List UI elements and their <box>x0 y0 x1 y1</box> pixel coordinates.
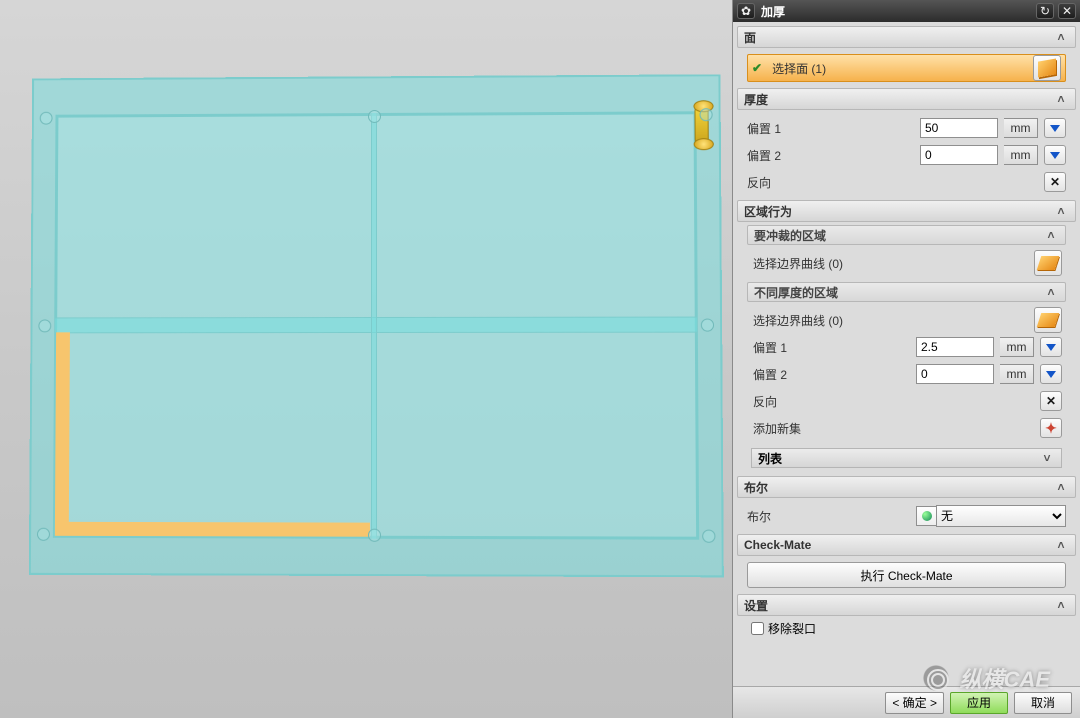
swap-icon: ✕ <box>1046 394 1056 408</box>
diff-reverse-button[interactable]: ✕ <box>1040 391 1062 411</box>
section-checkmate[interactable]: Check-Mate ˄ <box>737 534 1076 556</box>
cube-icon <box>1038 58 1056 77</box>
diff-offset1-label: 偏置 1 <box>753 339 910 356</box>
offset2-input[interactable] <box>920 145 998 165</box>
face-icon <box>1037 313 1060 327</box>
gear-icon[interactable]: ✿ <box>737 3 755 19</box>
boolean-field-label: 布尔 <box>747 508 910 525</box>
section-thickness[interactable]: 厚度 ˄ <box>737 88 1076 110</box>
diff-reverse-label: 反向 <box>753 393 1034 410</box>
plus-icon: ✦ <box>1045 420 1057 437</box>
dropdown-icon <box>1046 371 1056 378</box>
diff-offset1-unit: mm <box>1000 337 1034 357</box>
chevron-up-icon: ˄ <box>1053 537 1069 553</box>
offset1-unit: mm <box>1004 118 1038 138</box>
select-face-button[interactable] <box>1033 55 1061 81</box>
section-boolean[interactable]: 布尔 ˄ <box>737 476 1076 498</box>
select-curve-button[interactable] <box>1034 250 1062 276</box>
section-checkmate-label: Check-Mate <box>744 538 811 552</box>
reverse-label: 反向 <box>747 174 1038 191</box>
dialog-title: 加厚 <box>759 3 1032 20</box>
model-divider <box>371 113 377 539</box>
section-settings[interactable]: 设置 ˄ <box>737 594 1076 616</box>
subsection-diff-label: 不同厚度的区域 <box>754 284 838 301</box>
dialog-footer: < 确定 > 应用 取消 <box>733 686 1080 718</box>
boolean-select[interactable]: 无 <box>936 505 1066 527</box>
ok-label: < 确定 > <box>892 694 937 711</box>
section-face[interactable]: 面 ˄ <box>737 26 1076 48</box>
reset-icon[interactable]: ↻ <box>1036 3 1054 19</box>
select-face-label: 选择面 (1) <box>772 60 1027 77</box>
apply-label: 应用 <box>967 694 991 711</box>
reverse-button[interactable]: ✕ <box>1044 172 1066 192</box>
diff-select-curve-row[interactable]: 选择边界曲线 (0) <box>753 308 1062 332</box>
offset1-input[interactable] <box>920 118 998 138</box>
list-label: 列表 <box>758 450 782 467</box>
thicken-dialog: ✿ 加厚 ↻ ✕ 面 ˄ ✔ 选择面 (1) 厚度 ˄ 偏置 1 mm <box>732 0 1080 718</box>
viewport-3d[interactable] <box>0 0 730 718</box>
face-icon <box>1037 256 1060 270</box>
addset-label: 添加新集 <box>753 420 1034 437</box>
chevron-up-icon: ˄ <box>1053 91 1069 107</box>
chevron-up-icon: ˄ <box>1053 597 1069 613</box>
cancel-label: 取消 <box>1031 694 1055 711</box>
subsection-diff[interactable]: 不同厚度的区域 ˄ <box>747 282 1066 302</box>
remove-crack-label: 移除裂口 <box>768 620 816 637</box>
subsection-punch-label: 要冲裁的区域 <box>754 227 826 244</box>
diff-offset2-label: 偏置 2 <box>753 366 910 383</box>
chevron-up-icon: ˄ <box>1043 284 1059 300</box>
chevron-down-icon: ˅ <box>1039 450 1055 466</box>
cancel-button[interactable]: 取消 <box>1014 692 1072 714</box>
chevron-up-icon: ˄ <box>1053 203 1069 219</box>
check-icon: ✔ <box>752 61 762 75</box>
boolean-icon <box>916 506 936 526</box>
chevron-up-icon: ˄ <box>1053 479 1069 495</box>
section-region-label: 区域行为 <box>744 203 792 220</box>
diff-offset1-input[interactable] <box>916 337 994 357</box>
remove-crack-checkbox[interactable] <box>751 622 764 635</box>
dialog-titlebar[interactable]: ✿ 加厚 ↻ ✕ <box>733 0 1080 22</box>
section-boolean-label: 布尔 <box>744 479 768 496</box>
chevron-up-icon: ˄ <box>1043 227 1059 243</box>
apply-button[interactable]: 应用 <box>950 692 1008 714</box>
punch-select-curve-row[interactable]: 选择边界曲线 (0) <box>753 251 1062 275</box>
diff-offset2-dropdown[interactable] <box>1040 364 1062 384</box>
section-face-label: 面 <box>744 29 756 46</box>
list-header[interactable]: 列表 ˅ <box>751 448 1062 468</box>
dropdown-icon <box>1046 344 1056 351</box>
addset-button[interactable]: ✦ <box>1040 418 1062 438</box>
dropdown-icon <box>1050 125 1060 132</box>
close-icon[interactable]: ✕ <box>1058 3 1076 19</box>
offset2-label: 偏置 2 <box>747 147 914 164</box>
section-region[interactable]: 区域行为 ˄ <box>737 200 1076 222</box>
offset2-unit: mm <box>1004 145 1038 165</box>
diff-offset2-input[interactable] <box>916 364 994 384</box>
punch-select-curve-label: 选择边界曲线 (0) <box>753 255 1028 272</box>
subsection-punch[interactable]: 要冲裁的区域 ˄ <box>747 225 1066 245</box>
offset2-dropdown[interactable] <box>1044 145 1066 165</box>
select-curve-button[interactable] <box>1034 307 1062 333</box>
diff-offset1-dropdown[interactable] <box>1040 337 1062 357</box>
section-settings-label: 设置 <box>744 597 768 614</box>
diff-select-curve-label: 选择边界曲线 (0) <box>753 312 1028 329</box>
offset1-label: 偏置 1 <box>747 120 914 137</box>
offset1-dropdown[interactable] <box>1044 118 1066 138</box>
ok-button[interactable]: < 确定 > <box>885 692 944 714</box>
none-icon <box>922 511 932 521</box>
model[interactable] <box>29 74 724 577</box>
chevron-up-icon: ˄ <box>1053 29 1069 45</box>
run-checkmate-label: 执行 Check-Mate <box>860 567 952 584</box>
section-thickness-label: 厚度 <box>744 91 768 108</box>
select-face-row[interactable]: ✔ 选择面 (1) <box>747 54 1066 82</box>
swap-icon: ✕ <box>1050 175 1060 189</box>
diff-offset2-unit: mm <box>1000 364 1034 384</box>
dropdown-icon <box>1050 152 1060 159</box>
run-checkmate-button[interactable]: 执行 Check-Mate <box>747 562 1066 588</box>
